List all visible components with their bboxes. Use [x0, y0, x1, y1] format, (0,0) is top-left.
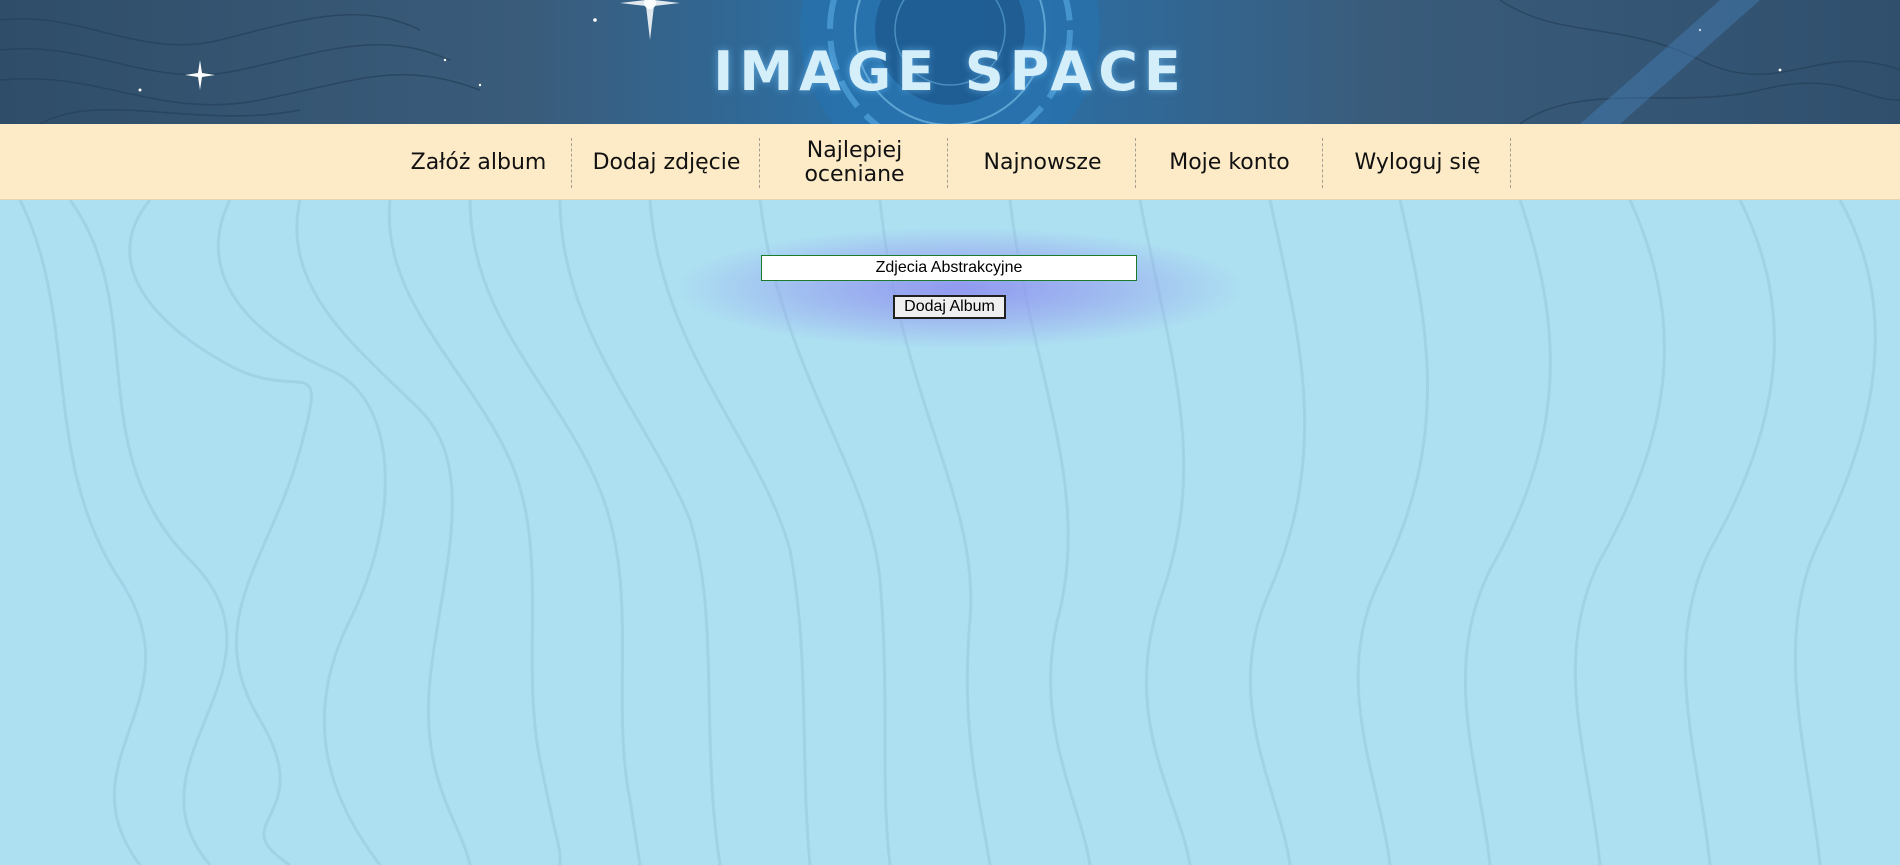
nav-item-newest[interactable]: Najnowsze	[950, 138, 1136, 188]
nav-item-logout[interactable]: Wyloguj się	[1325, 138, 1511, 188]
nav-item-my-account[interactable]: Moje konto	[1137, 138, 1323, 188]
nav-item-top-rated[interactable]: Najlepiej oceniane	[762, 138, 948, 188]
site-title: IMAGE SPACE	[713, 40, 1187, 103]
nav-item-create-album[interactable]: Załóż album	[386, 138, 572, 188]
album-name-input[interactable]	[761, 255, 1137, 281]
nav-item-add-photo[interactable]: Dodaj zdjęcie	[574, 138, 760, 188]
add-album-button[interactable]: Dodaj Album	[893, 295, 1006, 319]
header-banner: IMAGE SPACE	[0, 0, 1900, 124]
main-nav: Załóż album Dodaj zdjęcie Najlepiej ocen…	[0, 124, 1900, 200]
form-glow	[680, 228, 1240, 348]
